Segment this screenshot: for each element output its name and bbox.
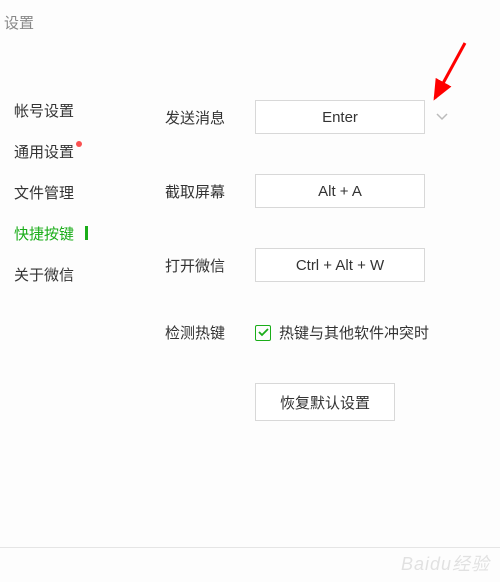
detect-conflict-checkbox[interactable] xyxy=(255,325,271,341)
sidebar-item-account[interactable]: 帐号设置 xyxy=(14,100,74,121)
checkmark-icon xyxy=(258,328,269,337)
row-label: 检测热键 xyxy=(165,322,255,343)
check-label: 热键与其他软件冲突时 xyxy=(279,322,429,343)
hotkey-capture-input[interactable]: Alt + A xyxy=(255,174,425,208)
content-panel: 发送消息 Enter 截取屏幕 Alt + A 打开微信 Ctrl + Alt … xyxy=(165,100,500,421)
sidebar-item-label: 关于微信 xyxy=(14,267,74,284)
watermark-text: Baidu经验 xyxy=(401,550,490,576)
check-row: 热键与其他软件冲突时 xyxy=(255,322,429,343)
sidebar-item-general[interactable]: 通用设置 xyxy=(14,141,74,162)
window-title: 设置 xyxy=(4,12,34,33)
sidebar-item-files[interactable]: 文件管理 xyxy=(14,182,74,203)
restore-defaults-button[interactable]: 恢复默认设置 xyxy=(255,383,395,421)
row-label: 发送消息 xyxy=(165,107,255,128)
hotkey-open-input[interactable]: Ctrl + Alt + W xyxy=(255,248,425,282)
sidebar-item-label: 通用设置 xyxy=(14,144,74,161)
sidebar-item-label: 快捷按键 xyxy=(14,226,74,243)
sidebar-item-hotkeys[interactable]: 快捷按键 xyxy=(14,223,74,244)
row-open-wechat: 打开微信 Ctrl + Alt + W xyxy=(165,248,500,282)
row-label: 打开微信 xyxy=(165,255,255,276)
sidebar-item-label: 文件管理 xyxy=(14,185,74,202)
sidebar-item-label: 帐号设置 xyxy=(14,103,74,120)
notification-dot-icon xyxy=(76,141,82,147)
row-capture-screen: 截取屏幕 Alt + A xyxy=(165,174,500,208)
row-label: 截取屏幕 xyxy=(165,181,255,202)
sidebar-item-about[interactable]: 关于微信 xyxy=(14,264,74,285)
footer-divider xyxy=(0,547,500,548)
sidebar: 帐号设置 通用设置 文件管理 快捷按键 关于微信 xyxy=(14,100,74,305)
row-detect-hotkey: 检测热键 热键与其他软件冲突时 xyxy=(165,322,500,343)
active-indicator-icon xyxy=(85,226,88,240)
annotation-arrow-icon xyxy=(380,38,480,138)
